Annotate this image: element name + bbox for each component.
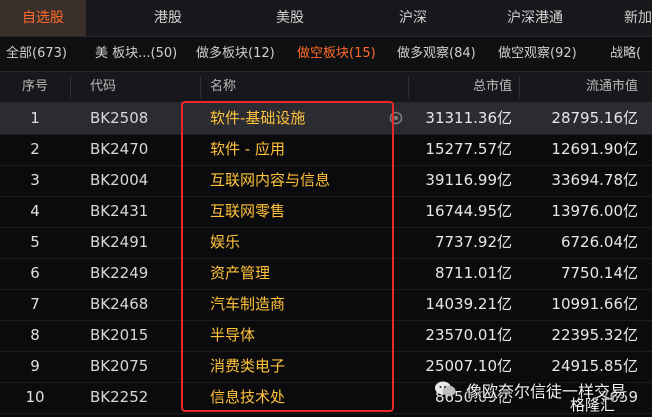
tab-connect[interactable]: 沪深港通 — [490, 0, 580, 36]
row-float-cap: 7750.14亿 — [560, 264, 638, 282]
row-name: 娱乐 — [210, 233, 241, 251]
column-header-market-cap[interactable]: 总市值 — [473, 72, 512, 102]
row-index: 5 — [30, 233, 40, 251]
row-name: 互联网零售 — [210, 202, 286, 220]
row-code: BK2015 — [90, 326, 149, 344]
group-tab-us-sector[interactable]: 美 板块...(50) — [95, 37, 177, 71]
row-index: 6 — [30, 264, 40, 282]
row-market-cap: 16744.95亿 — [425, 202, 512, 220]
row-index: 9 — [30, 357, 40, 375]
row-name: 资产管理 — [210, 264, 271, 282]
group-tab-long-watch[interactable]: 做多观察(84) — [397, 37, 476, 71]
group-tab-long-sector[interactable]: 做多板块(12) — [196, 37, 275, 71]
tab-watchlist[interactable]: 自选股 — [0, 0, 86, 36]
row-index: 3 — [30, 171, 40, 189]
tab-shsz[interactable]: 沪深 — [373, 0, 453, 36]
row-float-cap: 13976.00亿 — [551, 202, 638, 220]
row-float-cap: 12691.90亿 — [551, 140, 638, 158]
row-name: 汽车制造商 — [210, 295, 286, 313]
table-row[interactable]: 4 BK2431 互联网零售 16744.95亿 13976.00亿 — [0, 196, 652, 228]
group-tab-all[interactable]: 全部(673) — [6, 37, 67, 71]
group-tab-short-watch[interactable]: 做空观察(92) — [498, 37, 577, 71]
row-market-cap: 15277.57亿 — [425, 140, 512, 158]
row-market-cap: 7737.92亿 — [434, 233, 512, 251]
row-market-cap: 31311.36亿 — [425, 109, 512, 127]
row-index: 4 — [30, 202, 40, 220]
column-header-code[interactable]: 代码 — [90, 72, 116, 102]
table-row[interactable]: 8 BK2015 半导体 23570.01亿 22395.32亿 — [0, 320, 652, 352]
row-name: 互联网内容与信息 — [210, 171, 331, 189]
row-code: BK2468 — [90, 295, 149, 313]
row-code: BK2075 — [90, 357, 149, 375]
column-divider[interactable] — [408, 76, 409, 98]
row-name: 消费类电子 — [210, 357, 286, 375]
row-code: BK2252 — [90, 388, 149, 406]
tab-hk[interactable]: 港股 — [128, 0, 208, 36]
table-row[interactable]: 3 BK2004 互联网内容与信息 39116.99亿 33694.78亿 — [0, 165, 652, 197]
row-name: 软件 - 应用 — [210, 140, 285, 158]
group-tab-strategy[interactable]: 战略( — [610, 37, 641, 71]
column-header-index[interactable]: 序号 — [0, 72, 70, 102]
row-float-cap: 33694.78亿 — [551, 171, 638, 189]
column-divider[interactable] — [200, 76, 201, 98]
table-row[interactable]: 1 BK2508 软件-基础设施 31311.36亿 28795.16亿 — [0, 103, 652, 135]
table-row[interactable]: 7 BK2468 汽车制造商 14039.21亿 10991.66亿 — [0, 289, 652, 321]
row-float-cap: 22395.32亿 — [551, 326, 638, 344]
row-name: 信息技术处 — [210, 388, 286, 406]
row-code: BK2508 — [90, 109, 149, 127]
column-header-float-cap[interactable]: 流通市值 — [586, 72, 638, 102]
row-float-cap: 10991.66亿 — [551, 295, 638, 313]
table-row[interactable]: 5 BK2491 娱乐 7737.92亿 6726.04亿 — [0, 227, 652, 259]
row-code: BK2491 — [90, 233, 149, 251]
row-index: 7 — [30, 295, 40, 313]
row-code: BK2249 — [90, 264, 149, 282]
group-tab-short-sector[interactable]: 做空板块(15) — [297, 37, 376, 71]
row-market-cap: 23570.01亿 — [425, 326, 512, 344]
row-name: 软件-基础设施 — [210, 109, 306, 127]
table-row[interactable]: 2 BK2470 软件 - 应用 15277.57亿 12691.90亿 — [0, 134, 652, 166]
row-float-cap: 28795.16亿 — [551, 109, 638, 127]
row-name: 半导体 — [210, 326, 256, 344]
wechat-icon — [435, 381, 456, 397]
column-divider[interactable] — [519, 76, 520, 98]
tab-us[interactable]: 美股 — [250, 0, 330, 36]
row-float-cap: 6726.04亿 — [560, 233, 638, 251]
table-row[interactable]: 6 BK2249 资产管理 8711.01亿 7750.14亿 — [0, 258, 652, 290]
row-market-cap: 39116.99亿 — [425, 171, 512, 189]
row-market-cap: 14039.21亿 — [425, 295, 512, 313]
row-market-cap: 8711.01亿 — [434, 264, 512, 282]
table-header: 序号 代码 名称 总市值 流通市值 — [0, 72, 652, 103]
row-code: BK2431 — [90, 202, 149, 220]
column-divider[interactable] — [70, 76, 71, 98]
row-code: BK2004 — [90, 171, 149, 189]
row-code: BK2470 — [90, 140, 149, 158]
row-index: 10 — [25, 388, 45, 406]
watermark: 像欧奈尔信徒一样交易 格隆汇 — [430, 372, 652, 416]
column-header-name[interactable]: 名称 — [210, 72, 236, 102]
watermark-logo: 格隆汇 — [570, 396, 616, 414]
eye-icon[interactable] — [389, 111, 403, 125]
row-index: 1 — [30, 109, 40, 127]
market-tab-bar: 自选股 港股 美股 沪深 沪深港通 新加 — [0, 0, 652, 37]
row-index: 8 — [30, 326, 40, 344]
group-tab-bar: 全部(673) 美 板块...(50) 做多板块(12) 做空板块(15) 做多… — [0, 37, 652, 72]
tab-sg[interactable]: 新加 — [624, 0, 652, 36]
row-index: 2 — [30, 140, 40, 158]
